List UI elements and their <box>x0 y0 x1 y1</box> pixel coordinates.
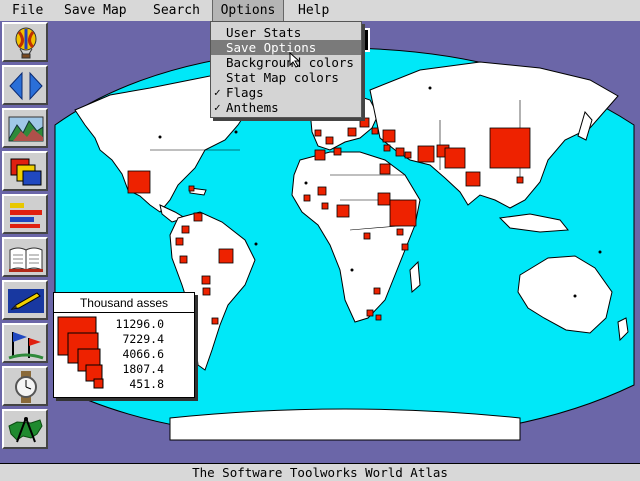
overlay-button[interactable] <box>2 151 48 191</box>
checkmark-icon: ✓ <box>214 101 221 114</box>
stat-square-brazil <box>218 248 234 264</box>
legend-title: Thousand asses <box>79 296 169 310</box>
legend-value: 1807.4 <box>122 362 164 376</box>
menu-bar: File Save Map Search Options Help <box>0 0 640 22</box>
menu-options[interactable]: Options <box>212 0 284 21</box>
menu-option-anthems[interactable]: ✓ Anthems <box>211 100 361 115</box>
legend: Thousand asses 11296.0 7229.4 4066.6 180… <box>53 292 195 398</box>
landscape-icon <box>8 116 44 142</box>
legend-squares <box>57 316 104 389</box>
legend-value: 451.8 <box>129 377 164 391</box>
menu-help[interactable]: Help <box>298 0 329 21</box>
pencil-icon <box>8 289 44 313</box>
menu-option-user-stats[interactable]: User Stats <box>211 25 361 40</box>
menu-option-save-options[interactable]: Save Options <box>211 40 361 55</box>
clock-button[interactable] <box>2 366 48 406</box>
menu-search[interactable]: Search <box>153 0 200 21</box>
checkmark-icon: ✓ <box>214 86 221 99</box>
menu-option-flags[interactable]: ✓ Flags <box>211 85 361 100</box>
menu-save-map[interactable]: Save Map <box>64 0 127 21</box>
left-right-arrows-icon <box>9 71 43 101</box>
pencil-button[interactable] <box>2 280 48 320</box>
legend-divider <box>54 312 194 313</box>
stat-square-ethiopia <box>389 199 417 227</box>
usa-compass-icon <box>8 417 43 443</box>
options-dropdown: User Stats Save Options Background color… <box>210 21 362 118</box>
stat-square-china <box>489 127 531 169</box>
antarctica <box>169 408 521 441</box>
bar-stats-icon <box>10 203 42 228</box>
balloon-icon <box>15 27 37 59</box>
legend-value: 11296.0 <box>115 317 164 331</box>
stat-square-mexico <box>127 170 151 194</box>
menu-file[interactable]: File <box>12 0 43 21</box>
menu-option-stat-map-colors[interactable]: Stat Map colors <box>211 70 361 85</box>
toolbar <box>0 21 52 463</box>
book-button[interactable] <box>2 237 48 277</box>
balloon-button[interactable] <box>2 22 48 62</box>
landscape-button[interactable] <box>2 108 48 148</box>
book-icon <box>9 247 43 272</box>
flags-icon <box>8 332 44 360</box>
navigate-button[interactable] <box>2 65 48 105</box>
map-tools-button[interactable] <box>2 409 48 449</box>
legend-value: 4066.6 <box>122 347 164 361</box>
legend-value: 7229.4 <box>122 332 164 346</box>
flags-button[interactable] <box>2 323 48 363</box>
status-text: The Software Toolworks World Atlas <box>192 465 448 480</box>
status-bar: The Software Toolworks World Atlas <box>0 463 640 481</box>
menu-option-background-colors[interactable]: Background colors <box>211 55 361 70</box>
mouse-pointer-icon <box>289 52 301 68</box>
statistics-button[interactable] <box>2 194 48 234</box>
wristwatch-icon <box>15 371 37 403</box>
stacked-squares-icon <box>10 158 42 186</box>
